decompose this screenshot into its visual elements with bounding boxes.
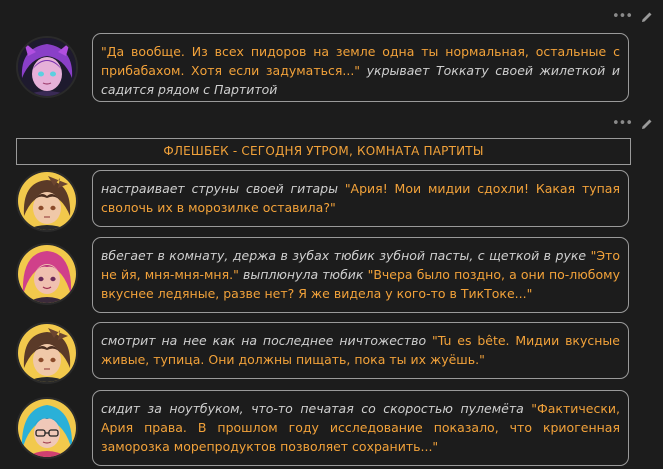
avatar[interactable] — [16, 322, 78, 384]
post-bubble: "Да вообще. Из всех пидоров на земле одн… — [92, 33, 629, 102]
avatar[interactable] — [16, 36, 78, 98]
post-bubble: настраивает струны своей гитары "Ария! М… — [92, 170, 629, 227]
action-text: смотрит на нее как на последнее ничтожес… — [101, 333, 432, 348]
post-bubble: вбегает в комнату, держа в зубах тюбик з… — [92, 237, 629, 313]
action-text: вбегает в комнату, держа в зубах тюбик з… — [101, 248, 591, 263]
brown-haired-character-avatar — [18, 324, 76, 382]
brown-haired-character-avatar — [18, 172, 76, 230]
post-tools: ••• — [612, 117, 653, 130]
avatar[interactable] — [16, 397, 78, 459]
post-bubble: смотрит на нее как на последнее ничтожес… — [92, 322, 629, 379]
flashback-banner: ФЛЕШБЕК - СЕГОДНЯ УТРОМ, КОМНАТА ПАРТИТЫ — [16, 138, 631, 165]
avatar[interactable] — [16, 243, 78, 305]
more-dots-icon[interactable]: ••• — [612, 10, 633, 23]
action-text: сидит за ноутбуком, что-то печатая со ск… — [101, 401, 532, 416]
action-text: настраивает струны своей гитары — [101, 181, 345, 196]
post-tools: ••• — [612, 10, 653, 23]
purple-haired-character-avatar — [18, 38, 76, 96]
action-text: выплюнула тюбик — [238, 267, 368, 282]
pencil-edit-icon[interactable] — [641, 11, 653, 23]
pink-haired-character-avatar — [18, 245, 76, 303]
avatar[interactable] — [16, 170, 78, 232]
post-bubble: сидит за ноутбуком, что-то печатая со ск… — [92, 390, 629, 466]
more-dots-icon[interactable]: ••• — [612, 117, 633, 130]
pencil-edit-icon[interactable] — [641, 118, 653, 130]
blue-haired-character-avatar — [18, 399, 76, 457]
